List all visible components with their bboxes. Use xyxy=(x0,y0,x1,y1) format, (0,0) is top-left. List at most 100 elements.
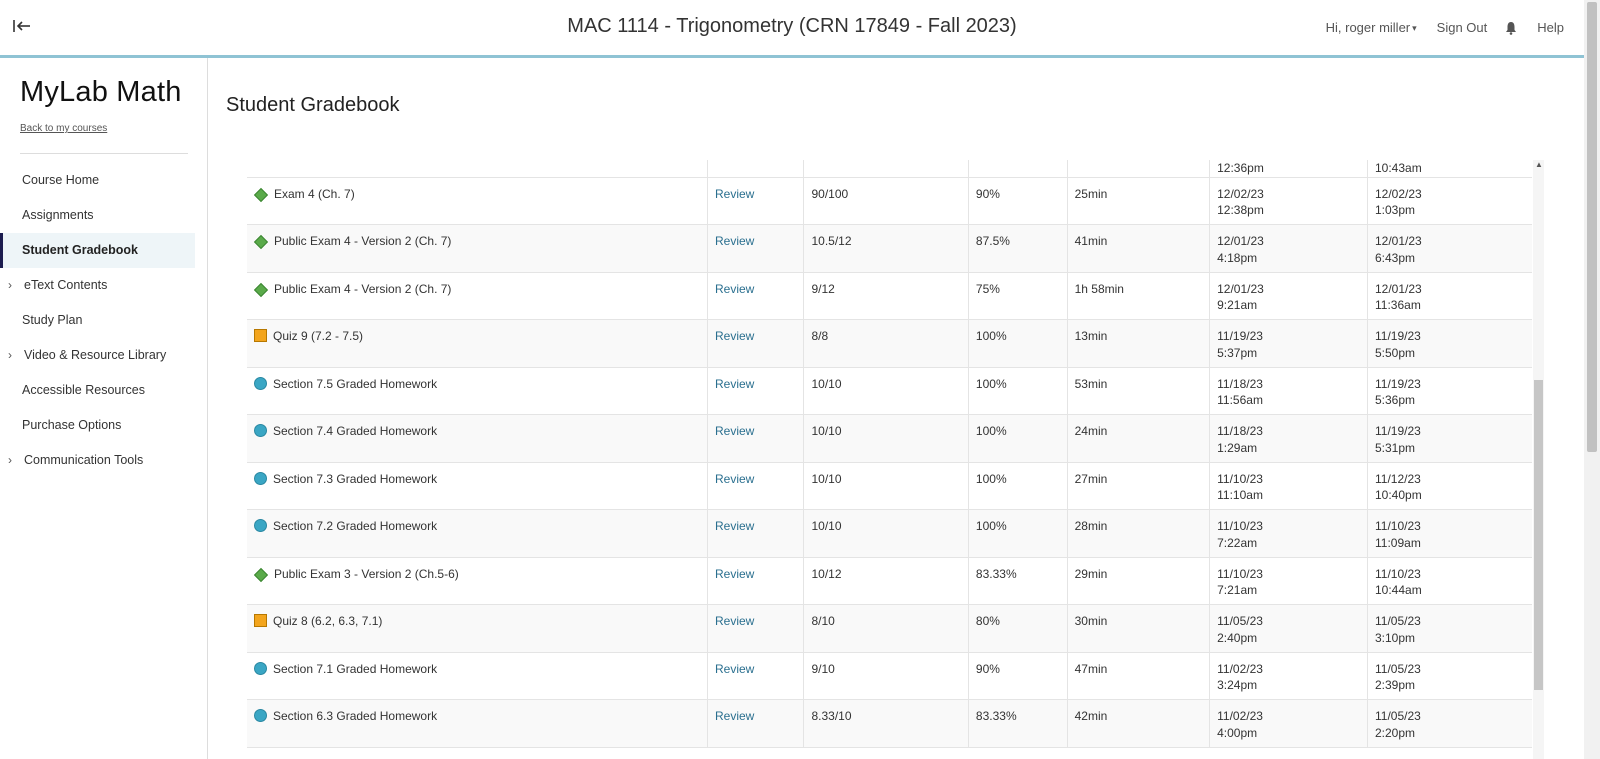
sidebar-item-accessible-resources[interactable]: Accessible Resources xyxy=(0,373,195,408)
assignment-name: Section 7.4 Graded Homework xyxy=(273,424,438,438)
sidebar-item-course-home[interactable]: Course Home xyxy=(0,163,195,198)
submitted-date: 12/02/23 xyxy=(1375,186,1422,201)
time-spent-cell: 13min xyxy=(1066,319,1210,368)
submitted-cell: 11/05/23 2:39pm xyxy=(1367,652,1532,700)
start-date: 11/02/23 xyxy=(1217,661,1263,676)
start-time: 9:21am xyxy=(1217,298,1258,312)
bell-icon[interactable] xyxy=(1505,21,1517,35)
submitted-date: 11/10/23 xyxy=(1375,519,1421,533)
assignment-name-cell: Section 6.3 Graded Homework xyxy=(247,699,708,748)
sidebar-item-student-gradebook[interactable]: Student Gradebook xyxy=(0,233,195,268)
time-spent-cell: 42min xyxy=(1066,699,1210,748)
review-link[interactable]: Review xyxy=(715,424,754,438)
score-cell: 10/10 xyxy=(803,462,969,510)
assignment-name: Public Exam 4 - Version 2 (Ch. 7) xyxy=(274,234,452,248)
sidebar-item-label: Purchase Options xyxy=(22,418,122,432)
table-scrollbar[interactable]: ▲ xyxy=(1533,160,1544,759)
sidebar-item-video-resource-library[interactable]: › Video & Resource Library xyxy=(0,338,195,373)
start-cell: 11/18/23 1:29am xyxy=(1209,414,1368,463)
review-link[interactable]: Review xyxy=(715,187,754,201)
page-scrollbar[interactable] xyxy=(1584,0,1600,759)
submitted-date: 12/01/23 xyxy=(1375,234,1422,248)
submitted-time: 5:50pm xyxy=(1375,345,1416,360)
start-cell: 11/10/23 7:22am xyxy=(1209,509,1368,558)
percent-cell: 100% xyxy=(967,462,1068,510)
review-link[interactable]: Review xyxy=(715,519,754,533)
scroll-up-arrow-icon[interactable]: ▲ xyxy=(1535,160,1543,169)
sidebar-item-label: eText Contents xyxy=(24,278,108,292)
table-row: Exam 4 (Ch. 7) Review 90/100 90% 25min 12/02/… xyxy=(247,177,1532,225)
time-spent-cell: 29min xyxy=(1066,557,1210,605)
start-date: 11/10/23 xyxy=(1217,471,1263,486)
sidebar-nav: Course Home Assignments Student Gradeboo… xyxy=(0,163,195,478)
start-time: 4:00pm xyxy=(1217,725,1258,740)
review-link[interactable]: Review xyxy=(715,329,754,343)
sidebar-item-etext-contents[interactable]: › eText Contents xyxy=(0,268,195,303)
collapse-sidebar-icon[interactable] xyxy=(12,18,34,38)
submitted-cell: 11/05/23 3:10pm xyxy=(1367,604,1532,653)
review-link[interactable]: Review xyxy=(715,472,754,486)
submitted-cell: 12/02/23 1:03pm xyxy=(1367,177,1532,225)
submitted-time: 11:36am xyxy=(1375,298,1421,312)
review-link[interactable]: Review xyxy=(715,282,754,296)
review-link[interactable]: Review xyxy=(715,662,754,676)
review-link[interactable]: Review xyxy=(715,614,754,628)
assignment-name-cell: Section 7.1 Graded Homework xyxy=(247,652,708,700)
review-link[interactable]: Review xyxy=(715,377,754,391)
submitted-time: 3:10pm xyxy=(1375,630,1416,645)
percent-cell: 80% xyxy=(967,604,1068,653)
start-date: 12/01/23 xyxy=(1217,234,1264,248)
score-cell: 9/12 xyxy=(803,272,969,320)
review-link[interactable]: Review xyxy=(715,567,754,581)
sidebar-item-label: Assignments xyxy=(22,208,94,222)
help-link[interactable]: Help xyxy=(1537,20,1564,35)
submitted-time: 10:43am xyxy=(1367,160,1532,178)
submitted-time: 5:31pm xyxy=(1375,440,1416,455)
page-scrollbar-thumb[interactable] xyxy=(1587,2,1597,452)
start-cell: 12/01/23 9:21am xyxy=(1209,272,1368,320)
percent-cell: 75% xyxy=(967,272,1068,320)
time-spent-cell: 24min xyxy=(1066,414,1210,463)
start-date: 11/10/23 xyxy=(1217,566,1263,581)
submitted-cell: 11/10/23 11:09am xyxy=(1367,509,1532,558)
sidebar-item-assignments[interactable]: Assignments xyxy=(0,198,195,233)
start-date: 11/19/23 xyxy=(1217,329,1263,343)
submitted-time: 5:36pm xyxy=(1375,393,1416,407)
table-scrollbar-thumb[interactable] xyxy=(1534,380,1543,690)
sign-out-link[interactable]: Sign Out xyxy=(1437,20,1488,35)
percent-cell: 83.33% xyxy=(967,699,1068,748)
submitted-cell: 12/01/23 6:43pm xyxy=(1367,224,1532,273)
percent-cell: 100% xyxy=(967,319,1068,368)
submitted-date: 11/05/23 xyxy=(1375,709,1421,723)
sidebar-item-study-plan[interactable]: Study Plan xyxy=(0,303,195,338)
score-cell: 8/8 xyxy=(803,319,969,368)
table-row: Section 7.1 Graded Homework Review 9/10 90%… xyxy=(247,652,1532,700)
start-cell: 11/02/23 3:24pm xyxy=(1209,652,1368,700)
score-cell: 10/12 xyxy=(803,557,969,605)
table-row: Quiz 9 (7.2 - 7.5) Review 8/8 100% 13min 11/1… xyxy=(247,319,1532,368)
score-cell: 10/10 xyxy=(803,367,969,415)
table-row: Section 7.2 Graded Homework Review 10/10 10… xyxy=(247,509,1532,558)
review-link[interactable]: Review xyxy=(715,709,754,723)
start-date: 11/02/23 xyxy=(1217,709,1263,723)
start-cell: 11/19/23 5:37pm xyxy=(1209,319,1368,368)
back-to-courses-link[interactable]: Back to my courses xyxy=(20,123,107,134)
review-link[interactable]: Review xyxy=(715,234,754,248)
start-time: 5:37pm xyxy=(1217,345,1258,360)
submitted-date: 11/12/23 xyxy=(1375,471,1421,486)
sidebar-item-purchase-options[interactable]: Purchase Options xyxy=(0,408,195,443)
start-cell: 11/18/23 11:56am xyxy=(1209,367,1368,415)
start-time: 12:38pm xyxy=(1217,203,1264,217)
start-time: 11:56am xyxy=(1217,393,1263,407)
user-menu[interactable]: Hi, roger miller ▾ xyxy=(1326,20,1417,35)
brand-logo: MyLab Math xyxy=(20,76,182,108)
submitted-date: 11/05/23 xyxy=(1375,661,1421,676)
score-cell: 8/10 xyxy=(803,604,969,653)
table-row: Public Exam 3 - Version 2 (Ch.5-6) Review… xyxy=(247,557,1532,605)
score-cell: 10/10 xyxy=(803,509,969,558)
exam-diamond-icon xyxy=(253,187,269,202)
start-cell: 11/10/23 7:21am xyxy=(1209,557,1368,605)
sidebar-item-communication-tools[interactable]: › Communication Tools xyxy=(0,443,195,478)
submitted-cell: 11/19/23 5:36pm xyxy=(1367,367,1532,415)
percent-cell: 90% xyxy=(967,652,1068,700)
